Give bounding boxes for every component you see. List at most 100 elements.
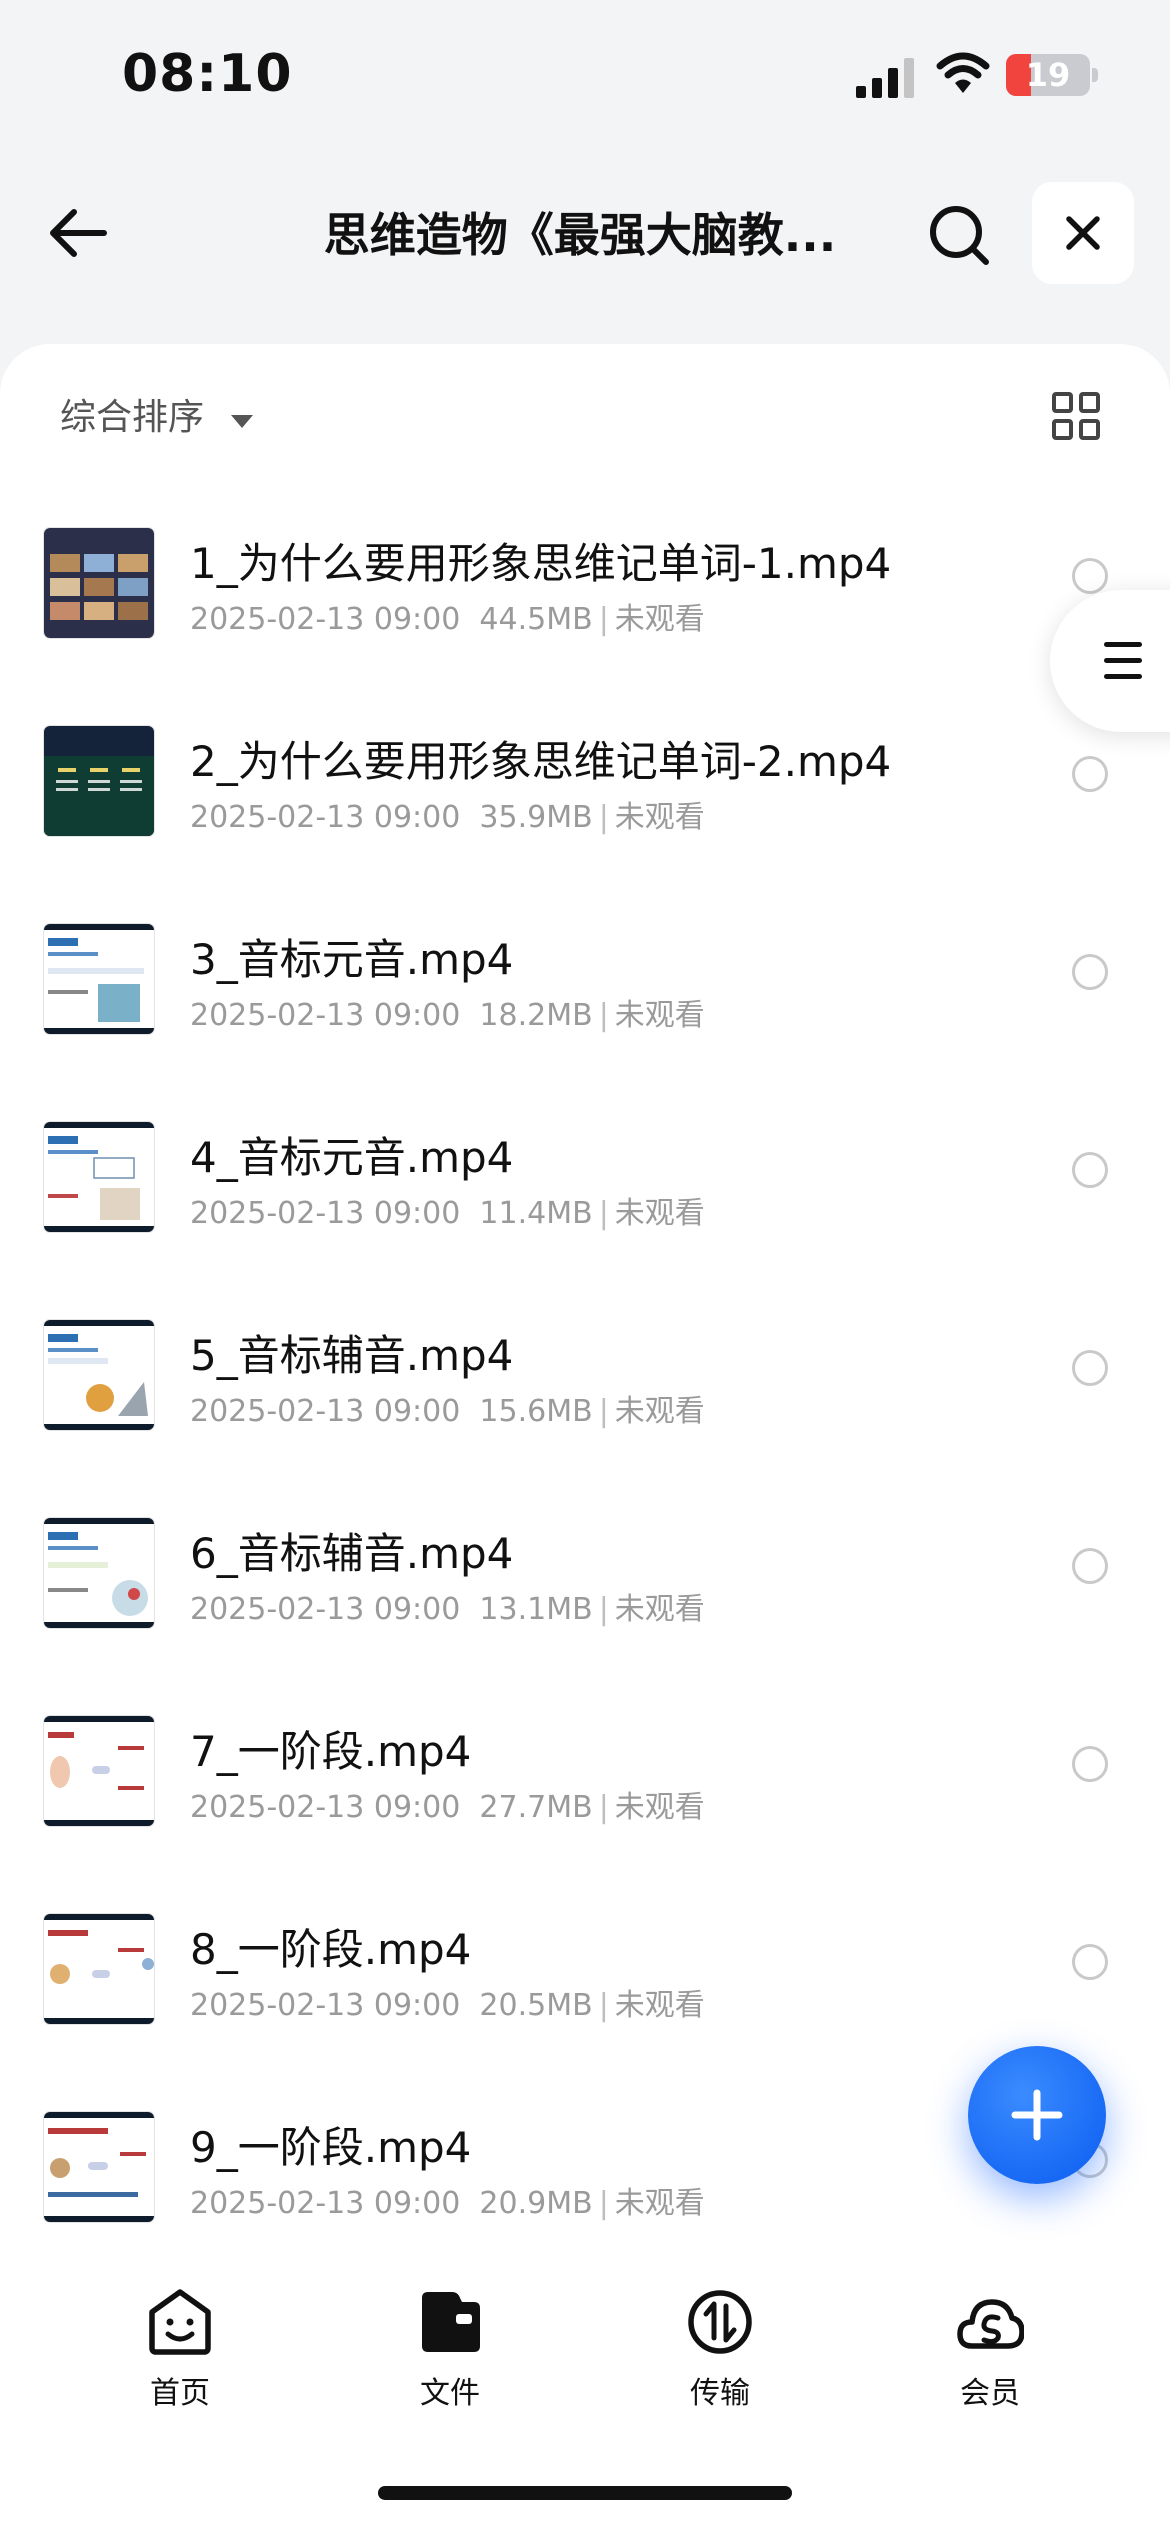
file-name: 6_音标辅音.mp4 bbox=[190, 1529, 514, 1578]
back-arrow-icon[interactable] bbox=[44, 198, 114, 268]
select-radio[interactable] bbox=[1072, 558, 1108, 594]
file-date: 2025-02-13 09:00 bbox=[190, 1196, 461, 1231]
file-date: 2025-02-13 09:00 bbox=[190, 1790, 461, 1825]
file-date: 2025-02-13 09:00 bbox=[190, 602, 461, 637]
file-size: 20.5MB bbox=[479, 1988, 593, 2023]
watch-status: 未观看 bbox=[614, 1196, 705, 1231]
video-thumbnail bbox=[44, 1716, 154, 1826]
add-button[interactable] bbox=[968, 2046, 1106, 2184]
list-item[interactable]: 1_为什么要用形象思维记单词-1.mp4 2025-02-13 09:00 44… bbox=[0, 494, 1170, 692]
video-thumbnail bbox=[44, 528, 154, 638]
list-item[interactable]: 6_音标辅音.mp4 2025-02-13 09:00 13.1MB | 未观看 bbox=[0, 1484, 1170, 1682]
file-date: 2025-02-13 09:00 bbox=[190, 1592, 461, 1627]
select-radio[interactable] bbox=[1072, 1548, 1108, 1584]
list-item[interactable]: 4_音标元音.mp4 2025-02-13 09:00 11.4MB | 未观看 bbox=[0, 1088, 1170, 1286]
select-radio[interactable] bbox=[1072, 1350, 1108, 1386]
watch-status: 未观看 bbox=[614, 998, 705, 1033]
file-date: 2025-02-13 09:00 bbox=[190, 800, 461, 835]
menu-icon bbox=[1104, 642, 1142, 679]
file-size: 35.9MB bbox=[479, 800, 593, 835]
file-meta: 2025-02-13 09:00 13.1MB | 未观看 bbox=[190, 1592, 705, 1627]
list-item[interactable]: 7_一阶段.mp4 2025-02-13 09:00 27.7MB | 未观看 bbox=[0, 1682, 1170, 1880]
list-item[interactable]: 8_一阶段.mp4 2025-02-13 09:00 20.5MB | 未观看 bbox=[0, 1880, 1170, 2078]
battery-level: 19 bbox=[1025, 56, 1071, 94]
file-name: 4_音标元音.mp4 bbox=[190, 1133, 514, 1182]
file-name: 7_一阶段.mp4 bbox=[190, 1727, 472, 1776]
file-name: 1_为什么要用形象思维记单词-1.mp4 bbox=[190, 539, 892, 588]
sort-dropdown[interactable]: 综合排序 bbox=[60, 390, 254, 446]
search-icon[interactable] bbox=[924, 200, 994, 270]
nav-label-home: 首页 bbox=[150, 2376, 210, 2411]
list-item[interactable]: 5_音标辅音.mp4 2025-02-13 09:00 15.6MB | 未观看 bbox=[0, 1286, 1170, 1484]
watch-status: 未观看 bbox=[614, 1790, 705, 1825]
video-thumbnail bbox=[44, 726, 154, 836]
video-thumbnail bbox=[44, 924, 154, 1034]
battery-icon: 19 bbox=[1006, 54, 1090, 96]
folder-icon bbox=[422, 2292, 480, 2352]
select-radio[interactable] bbox=[1072, 954, 1108, 990]
select-radio[interactable] bbox=[1072, 1944, 1108, 1980]
select-radio[interactable] bbox=[1072, 1746, 1108, 1782]
sort-label: 综合排序 bbox=[60, 397, 205, 438]
home-smile-icon bbox=[149, 2289, 211, 2355]
video-thumbnail bbox=[44, 1518, 154, 1628]
wifi-icon bbox=[936, 52, 990, 93]
watch-status: 未观看 bbox=[614, 1592, 705, 1627]
file-meta: 2025-02-13 09:00 27.7MB | 未观看 bbox=[190, 1790, 705, 1825]
file-meta: 2025-02-13 09:00 44.5MB | 未观看 bbox=[190, 602, 705, 637]
video-thumbnail bbox=[44, 1320, 154, 1430]
file-size: 11.4MB bbox=[479, 1196, 593, 1231]
nav-item-transfer[interactable]: 传输 bbox=[640, 2288, 800, 2428]
watch-status: 未观看 bbox=[614, 1988, 705, 2023]
sort-caret-icon bbox=[231, 415, 254, 428]
select-radio[interactable] bbox=[1072, 1152, 1108, 1188]
list-item[interactable]: 2_为什么要用形象思维记单词-2.mp4 2025-02-13 09:00 35… bbox=[0, 692, 1170, 890]
select-radio[interactable] bbox=[1072, 756, 1108, 792]
watch-status: 未观看 bbox=[614, 800, 705, 835]
file-name: 9_一阶段.mp4 bbox=[190, 2123, 472, 2172]
file-size: 18.2MB bbox=[479, 998, 593, 1033]
grid-view-icon[interactable] bbox=[1052, 392, 1100, 440]
close-icon bbox=[1066, 216, 1100, 250]
file-date: 2025-02-13 09:00 bbox=[190, 2186, 461, 2221]
file-size: 15.6MB bbox=[479, 1394, 593, 1429]
file-size: 27.7MB bbox=[479, 1790, 593, 1825]
signal-icon bbox=[856, 58, 914, 98]
home-indicator bbox=[378, 2486, 792, 2500]
file-meta: 2025-02-13 09:00 15.6MB | 未观看 bbox=[190, 1394, 705, 1429]
file-meta: 2025-02-13 09:00 20.5MB | 未观看 bbox=[190, 1988, 705, 2023]
watch-status: 未观看 bbox=[614, 2186, 705, 2221]
watch-status: 未观看 bbox=[614, 1394, 705, 1429]
nav-label-transfer: 传输 bbox=[690, 2376, 750, 2411]
battery-cap bbox=[1092, 68, 1098, 82]
file-size: 20.9MB bbox=[479, 2186, 593, 2221]
list-item[interactable]: 3_音标元音.mp4 2025-02-13 09:00 18.2MB | 未观看 bbox=[0, 890, 1170, 1088]
nav-label-vip: 会员 bbox=[960, 2376, 1020, 2411]
file-date: 2025-02-13 09:00 bbox=[190, 1988, 461, 2023]
file-name: 3_音标元音.mp4 bbox=[190, 935, 514, 984]
file-meta: 2025-02-13 09:00 35.9MB | 未观看 bbox=[190, 800, 705, 835]
header: 思维造物《最强大脑教... bbox=[0, 170, 1170, 290]
video-thumbnail bbox=[44, 1122, 154, 1232]
page-title: 思维造物《最强大脑教... bbox=[323, 208, 837, 262]
vip-cloud-icon bbox=[957, 2299, 1024, 2349]
file-size: 13.1MB bbox=[479, 1592, 593, 1627]
nav-item-vip[interactable]: 会员 bbox=[910, 2288, 1070, 2428]
file-name: 2_为什么要用形象思维记单词-2.mp4 bbox=[190, 737, 892, 786]
close-button[interactable] bbox=[1032, 182, 1134, 284]
file-meta: 2025-02-13 09:00 20.9MB | 未观看 bbox=[190, 2186, 705, 2221]
watch-status: 未观看 bbox=[614, 602, 705, 637]
file-size: 44.5MB bbox=[479, 602, 593, 637]
file-date: 2025-02-13 09:00 bbox=[190, 1394, 461, 1429]
file-date: 2025-02-13 09:00 bbox=[190, 998, 461, 1033]
status-time: 08:10 bbox=[122, 44, 293, 104]
file-meta: 2025-02-13 09:00 11.4MB | 未观看 bbox=[190, 1196, 705, 1231]
file-meta: 2025-02-13 09:00 18.2MB | 未观看 bbox=[190, 998, 705, 1033]
transfer-icon bbox=[688, 2290, 752, 2354]
nav-item-home[interactable]: 首页 bbox=[100, 2288, 260, 2428]
nav-label-files: 文件 bbox=[420, 2376, 480, 2411]
video-thumbnail bbox=[44, 1914, 154, 2024]
nav-item-files[interactable]: 文件 bbox=[370, 2288, 530, 2428]
status-bar: 08:10 19 bbox=[0, 0, 1170, 150]
file-panel: 综合排序 1_为什么要用形象思维记单词-1.mp4 2025-02-13 09:… bbox=[0, 344, 1170, 2244]
